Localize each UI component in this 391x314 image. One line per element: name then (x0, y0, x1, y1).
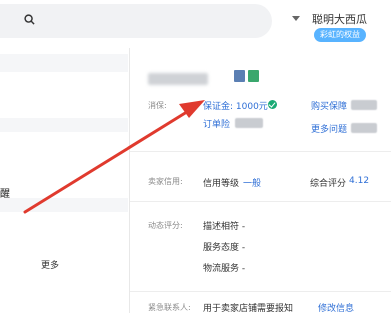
username[interactable]: 聪明大西瓜 (312, 11, 367, 27)
blurred-tag (351, 123, 377, 133)
chevron-down-icon[interactable] (292, 16, 300, 21)
list-section-header (0, 198, 128, 212)
buy-protection-link[interactable]: 购买保障 (311, 99, 347, 112)
service-score: 服务态度 - (203, 243, 246, 253)
order-insurance-link[interactable]: 订单险 (203, 117, 230, 130)
contact-label: 紧急联系人: (148, 303, 191, 312)
overall-score-label: 综合评分 (310, 179, 347, 189)
more-questions-link[interactable]: 更多问题 (311, 122, 347, 135)
blurred-tag (351, 100, 377, 110)
modify-info-link[interactable]: 修改信息 (318, 301, 354, 314)
contact-text: 用于卖家店铺需要报知 (203, 304, 294, 314)
more-link[interactable]: 更多 (41, 258, 59, 271)
top-bar: 聪明大西瓜 彩虹的权益 (0, 0, 391, 48)
divider (130, 201, 391, 202)
check-icon (268, 100, 277, 109)
deposit-label: 消保: (148, 101, 167, 110)
benefit-badge[interactable]: 彩虹的权益 (314, 28, 366, 42)
left-list: 醒 更多 (0, 48, 128, 313)
description-score: 描述相符 - (203, 222, 246, 232)
list-section-header (0, 118, 128, 132)
credit-label: 卖家信用: (148, 177, 183, 186)
divider (130, 151, 391, 152)
logistics-score: 物流服务 - (203, 264, 246, 274)
search-bar[interactable] (0, 4, 272, 38)
blurred-tag (235, 118, 263, 128)
shop-icon[interactable] (234, 70, 245, 82)
shop-name (148, 73, 208, 85)
list-section-header (0, 54, 128, 72)
search-icon (24, 14, 35, 25)
overall-score-value[interactable]: 4.12 (349, 176, 369, 186)
credit-level-link[interactable]: 一般 (243, 176, 261, 189)
deposit-link[interactable]: 保证金: 1000元 (203, 99, 268, 112)
certified-icon[interactable] (248, 70, 259, 82)
list-item[interactable]: 醒 (0, 185, 10, 200)
divider (130, 291, 391, 292)
dynamic-score-label: 动态评分: (148, 221, 183, 230)
credit-text: 信用等级 (203, 179, 240, 189)
shop-info-panel: 消保: 保证金: 1000元 订单险 购买保障 更多问题 卖家信用: 信用等级 … (130, 48, 391, 314)
